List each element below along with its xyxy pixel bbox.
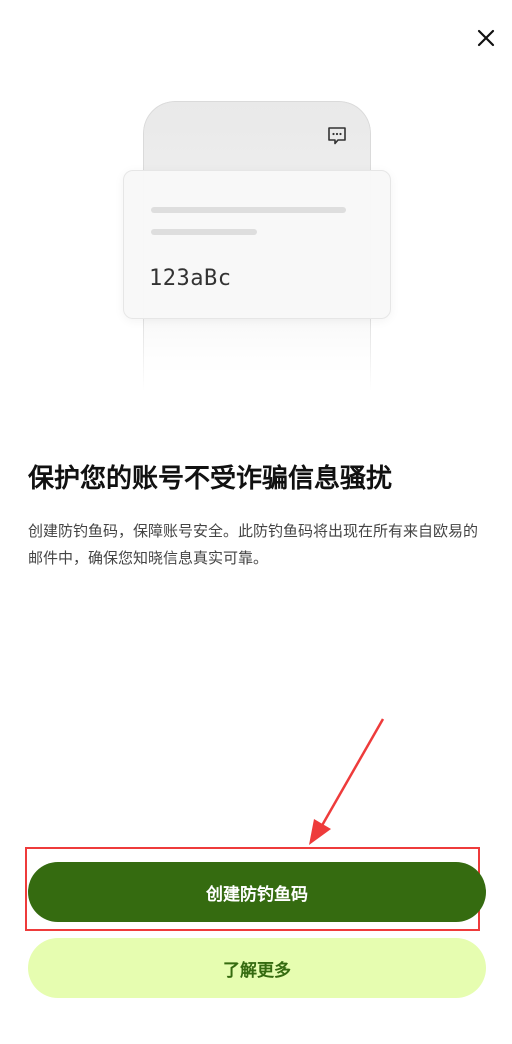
- page-description: 创建防钓鱼码，保障账号安全。此防钓鱼码将出现在所有来自欧易的邮件中，确保您知晓信…: [28, 522, 479, 567]
- email-preview-card: 123aBc: [123, 170, 391, 319]
- anti-phishing-code-sample: 123aBc: [149, 266, 232, 291]
- create-anti-phishing-code-button[interactable]: 创建防钓鱼码: [28, 862, 486, 922]
- message-icon: [328, 127, 346, 145]
- placeholder-line: [151, 229, 257, 235]
- annotation-arrow: [309, 718, 385, 845]
- anti-phishing-illustration: 123aBc: [0, 0, 512, 400]
- learn-more-button[interactable]: 了解更多: [28, 938, 486, 998]
- page-title: 保护您的账号不受诈骗信息骚扰: [28, 464, 393, 494]
- placeholder-line: [151, 207, 346, 213]
